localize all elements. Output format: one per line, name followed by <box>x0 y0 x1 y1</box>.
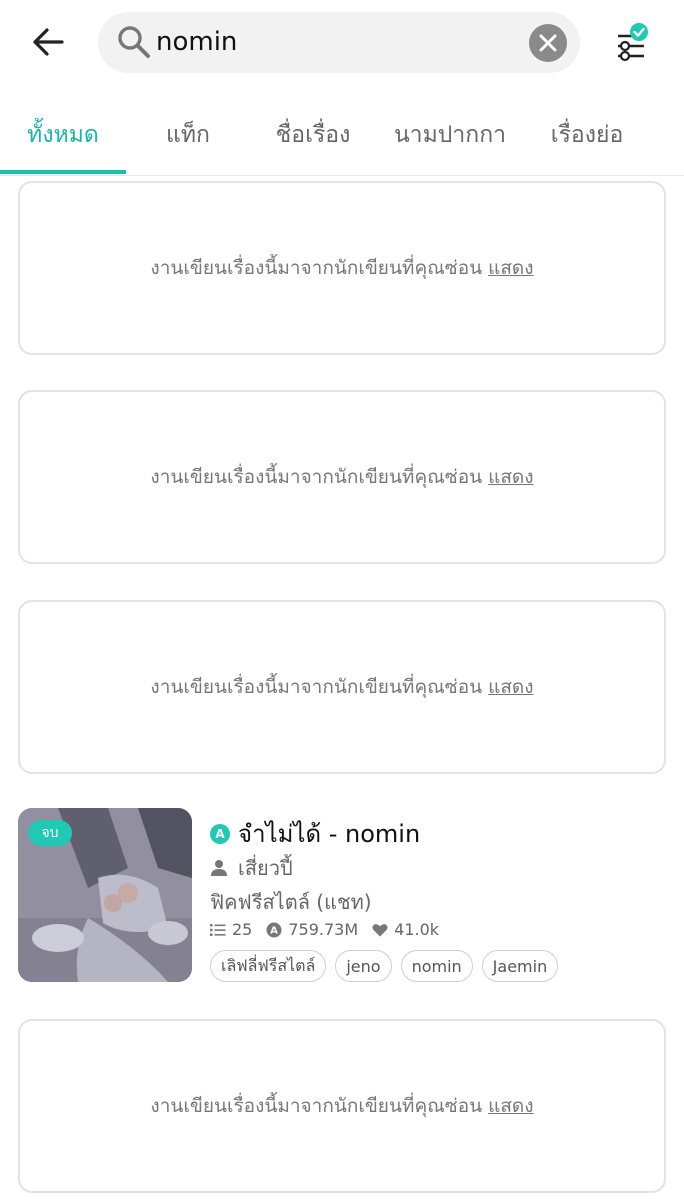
tag-chip[interactable]: Jaemin <box>481 950 559 982</box>
chapter-count-value: 25 <box>232 920 253 939</box>
show-hidden-link[interactable]: แสดง <box>488 462 533 492</box>
hidden-notice-text: งานเขียนเรื่องนี้มาจากนักเขียนที่คุณซ่อน <box>150 466 483 488</box>
chat-fiction-icon: A <box>210 823 230 844</box>
hidden-story-card: งานเขียนเรื่องนี้มาจากนักเขียนที่คุณซ่อน… <box>18 390 666 564</box>
hidden-notice-text: งานเขียนเรื่องนี้มาจากนักเขียนที่คุณซ่อน <box>150 257 483 279</box>
tag-chip[interactable]: jeno <box>335 950 392 982</box>
search-box[interactable] <box>98 12 580 73</box>
story-stats: 25 A 759.73M 41.0k <box>210 920 453 939</box>
tab-tags[interactable]: แท็ก <box>126 96 250 174</box>
svg-text:A: A <box>270 925 278 936</box>
tab-title[interactable]: ชื่อเรื่อง <box>250 96 376 174</box>
story-title[interactable]: จำไม่ได้ - nomin <box>238 814 420 853</box>
tab-bar: ทั้งหมด แท็ก ชื่อเรื่อง นามปากกา เรื่องย… <box>0 96 684 176</box>
show-hidden-link[interactable]: แสดง <box>488 672 533 702</box>
tab-pen-name[interactable]: นามปากกา <box>376 96 524 174</box>
clear-search-button[interactable] <box>529 24 567 62</box>
filter-button[interactable] <box>608 20 654 66</box>
show-hidden-link[interactable]: แสดง <box>488 253 533 283</box>
top-bar <box>0 0 684 88</box>
list-icon <box>210 923 226 936</box>
hidden-story-card: งานเขียนเรื่องนี้มาจากนักเขียนที่คุณซ่อน… <box>18 600 666 774</box>
chapter-count: 25 <box>210 920 252 939</box>
view-count-icon: A <box>266 922 282 937</box>
story-category: ฟิคฟรีสไตล์ (แชท) <box>210 890 372 914</box>
hidden-story-card: งานเขียนเรื่องนี้มาจากนักเขียนที่คุณซ่อน… <box>18 181 666 355</box>
hidden-notice-text: งานเขียนเรื่องนี้มาจากนักเขียนที่คุณซ่อน <box>150 676 483 698</box>
tag-chip[interactable]: เลิฟลี่ฟรีสไตล์ <box>210 950 327 982</box>
like-count: 41.0k <box>372 920 439 939</box>
view-count: A 759.73M <box>266 920 358 939</box>
hidden-notice-text: งานเขียนเรื่องนี้มาจากนักเขียนที่คุณซ่อน <box>150 1095 483 1117</box>
arrow-left-icon <box>33 28 64 56</box>
search-icon <box>118 26 150 58</box>
story-author-row[interactable]: เสี่ยวปี้ <box>210 852 293 884</box>
tab-all[interactable]: ทั้งหมด <box>0 96 126 174</box>
like-count-value: 41.0k <box>394 920 440 939</box>
story-title-row[interactable]: A จำไม่ได้ - nomin <box>210 814 420 853</box>
story-author[interactable]: เสี่ยวปี้ <box>238 852 293 884</box>
story-list-item[interactable]: จบ A จำไม่ได้ - nomin เสี่ยวปี้ ฟิคฟรีสไ… <box>18 808 666 984</box>
back-button[interactable] <box>22 20 74 64</box>
view-count-value: 759.73M <box>288 920 359 939</box>
tag-chip[interactable]: nomin <box>400 950 473 982</box>
tab-synopsis[interactable]: เรื่องย่อ <box>524 96 650 174</box>
active-tab-indicator <box>0 170 126 174</box>
search-input[interactable] <box>156 22 516 62</box>
story-tags: เลิฟลี่ฟรีสไตล์ jeno nomin Jaemin <box>210 950 567 982</box>
filter-sliders-check-icon <box>618 23 648 62</box>
story-cover-image[interactable]: จบ <box>18 808 192 982</box>
hidden-story-card: งานเขียนเรื่องนี้มาจากนักเขียนที่คุณซ่อน… <box>18 1019 666 1193</box>
show-hidden-link[interactable]: แสดง <box>488 1091 533 1121</box>
user-icon <box>211 860 227 876</box>
completed-badge: จบ <box>28 820 72 846</box>
close-icon <box>539 34 557 52</box>
heart-icon <box>372 923 388 936</box>
